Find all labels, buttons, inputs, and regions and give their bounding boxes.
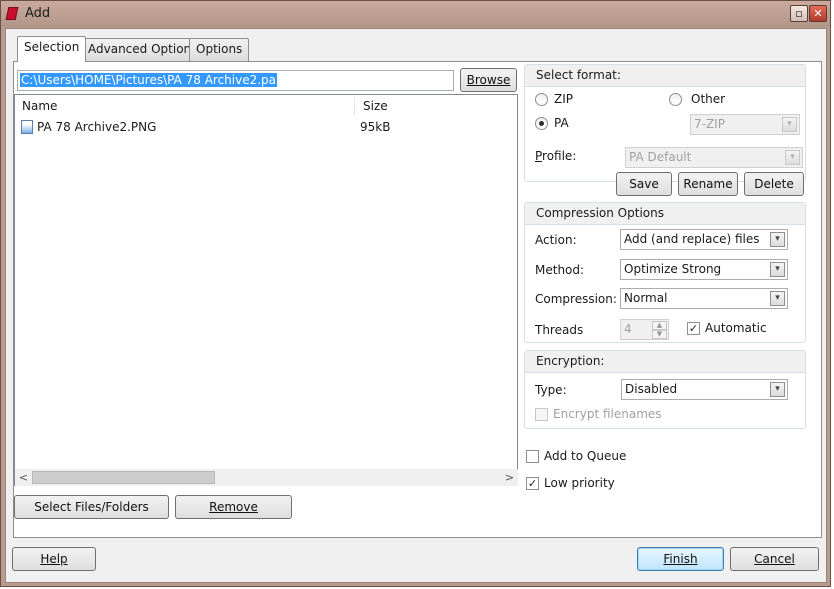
chevron-down-icon[interactable]: ▾ <box>770 291 785 306</box>
tab-selection[interactable]: Selection <box>17 36 87 62</box>
profile-select[interactable]: PA Default ▾ <box>625 147 803 168</box>
cancel-label: Cancel <box>754 552 795 566</box>
compression-level-select[interactable]: Normal ▾ <box>620 288 788 309</box>
chevron-down-icon[interactable]: ▾ <box>785 150 800 165</box>
zip-radio[interactable] <box>535 93 548 106</box>
finish-label: Finish <box>663 552 698 566</box>
close-button[interactable]: ✕ <box>809 5 827 22</box>
window-title: Add <box>25 6 51 21</box>
chevron-down-icon[interactable]: ▾ <box>770 232 785 247</box>
add-to-queue-label: Add to Queue <box>544 449 627 463</box>
rename-profile-button[interactable]: Rename <box>678 172 738 196</box>
file-size: 95kB <box>360 120 391 134</box>
pa-label: PA <box>554 116 569 130</box>
automatic-label: Automatic <box>705 321 767 335</box>
app-logo-icon <box>5 7 19 20</box>
selection-tab-panel: C:\Users\HOME\Pictures\PA 78 Archive2.pa… <box>13 61 822 538</box>
file-list[interactable]: Name Size PA 78 Archive2.PNG 95kB < > <box>14 94 518 486</box>
tab-advanced-options[interactable]: Advanced Options <box>81 38 205 61</box>
method-select[interactable]: Optimize Strong ▾ <box>620 259 788 280</box>
title-bar[interactable]: Add ▫ ✕ <box>1 1 830 27</box>
column-header-name[interactable]: Name <box>15 95 355 117</box>
other-radio[interactable] <box>669 93 682 106</box>
archive-path-value: C:\Users\HOME\Pictures\PA 78 Archive2.pa <box>20 73 278 87</box>
action-select[interactable]: Add (and replace) files ▾ <box>620 229 788 250</box>
remove-button[interactable]: Remove <box>175 495 292 519</box>
spin-down-icon[interactable]: ▼ <box>652 330 667 339</box>
other-format-select[interactable]: 7-ZIP ▾ <box>690 114 800 135</box>
tab-options[interactable]: Options <box>189 38 250 61</box>
action-value: Add (and replace) files <box>624 232 760 246</box>
method-value: Optimize Strong <box>624 262 722 276</box>
compression-level-value: Normal <box>624 291 668 305</box>
column-header-size[interactable]: Size <box>356 95 516 117</box>
compression-options-title: Compression Options <box>536 206 664 220</box>
threads-value: 4 <box>624 322 632 336</box>
finish-button[interactable]: Finish <box>637 547 724 571</box>
encryption-title: Encryption: <box>536 354 605 368</box>
other-format-value: 7-ZIP <box>694 117 725 131</box>
select-format-title: Select format: <box>536 68 621 82</box>
scroll-left-icon[interactable]: < <box>15 469 32 486</box>
chevron-down-icon[interactable]: ▾ <box>782 117 797 132</box>
profile-value: PA Default <box>629 150 692 164</box>
automatic-checkbox[interactable]: ✓ <box>687 322 700 335</box>
radio-selected-dot <box>539 121 544 126</box>
encrypt-filenames-label: Encrypt filenames <box>553 407 662 421</box>
column-divider[interactable] <box>354 97 355 115</box>
delete-profile-button[interactable]: Delete <box>744 172 804 196</box>
encryption-type-label: Type: <box>535 383 567 397</box>
help-button[interactable]: Help <box>12 547 96 571</box>
image-file-icon <box>21 120 33 134</box>
horizontal-scrollbar[interactable]: < > <box>15 469 518 486</box>
threads-stepper[interactable]: 4 ▲ ▼ <box>620 319 669 340</box>
help-label: Help <box>40 552 68 566</box>
spin-up-icon[interactable]: ▲ <box>652 321 667 330</box>
action-label: Action: <box>535 233 577 247</box>
pa-radio[interactable] <box>535 117 548 130</box>
low-priority-checkbox[interactable]: ✓ <box>526 477 539 490</box>
maximize-button[interactable]: ▫ <box>790 5 808 22</box>
chevron-down-icon[interactable]: ▾ <box>770 382 785 397</box>
encryption-group: Encryption: Type: Disabled ▾ Encrypt fil… <box>524 350 806 429</box>
cancel-button[interactable]: Cancel <box>730 547 819 571</box>
zip-label: ZIP <box>554 92 573 106</box>
threads-label: Threads <box>535 323 584 337</box>
file-name: PA 78 Archive2.PNG <box>37 120 157 134</box>
select-format-group: Select format: ZIP Other PA 7-ZIP ▾ Prof… <box>524 64 806 182</box>
scrollbar-thumb[interactable] <box>32 471 215 484</box>
remove-label: Remove <box>209 500 258 514</box>
scroll-right-icon[interactable]: > <box>501 469 518 486</box>
file-row[interactable]: PA 78 Archive2.PNG 95kB <box>19 119 514 137</box>
select-files-folders-button[interactable]: Select Files/Folders <box>14 495 169 519</box>
add-dialog-window: Add ▫ ✕ Selection Advanced Options Optio… <box>0 0 831 587</box>
compression-options-group: Compression Options Action: Add (and rep… <box>524 202 806 343</box>
archive-path-input[interactable]: C:\Users\HOME\Pictures\PA 78 Archive2.pa <box>17 70 454 91</box>
compression-label: Compression: <box>535 292 617 306</box>
dialog-client-area: Selection Advanced Options Options C:\Us… <box>5 28 827 583</box>
encrypt-filenames-checkbox[interactable] <box>535 408 548 421</box>
add-to-queue-checkbox[interactable] <box>526 450 539 463</box>
other-label: Other <box>691 92 726 106</box>
encryption-type-select[interactable]: Disabled ▾ <box>621 379 788 400</box>
profile-label: Profile: <box>535 149 577 163</box>
encryption-type-value: Disabled <box>625 382 678 396</box>
browse-button[interactable]: Browse <box>460 68 517 92</box>
method-label: Method: <box>535 263 585 277</box>
save-profile-button[interactable]: Save <box>616 172 672 196</box>
browse-label: Browse <box>466 73 511 87</box>
chevron-down-icon[interactable]: ▾ <box>770 262 785 277</box>
low-priority-label: Low priority <box>544 476 615 490</box>
